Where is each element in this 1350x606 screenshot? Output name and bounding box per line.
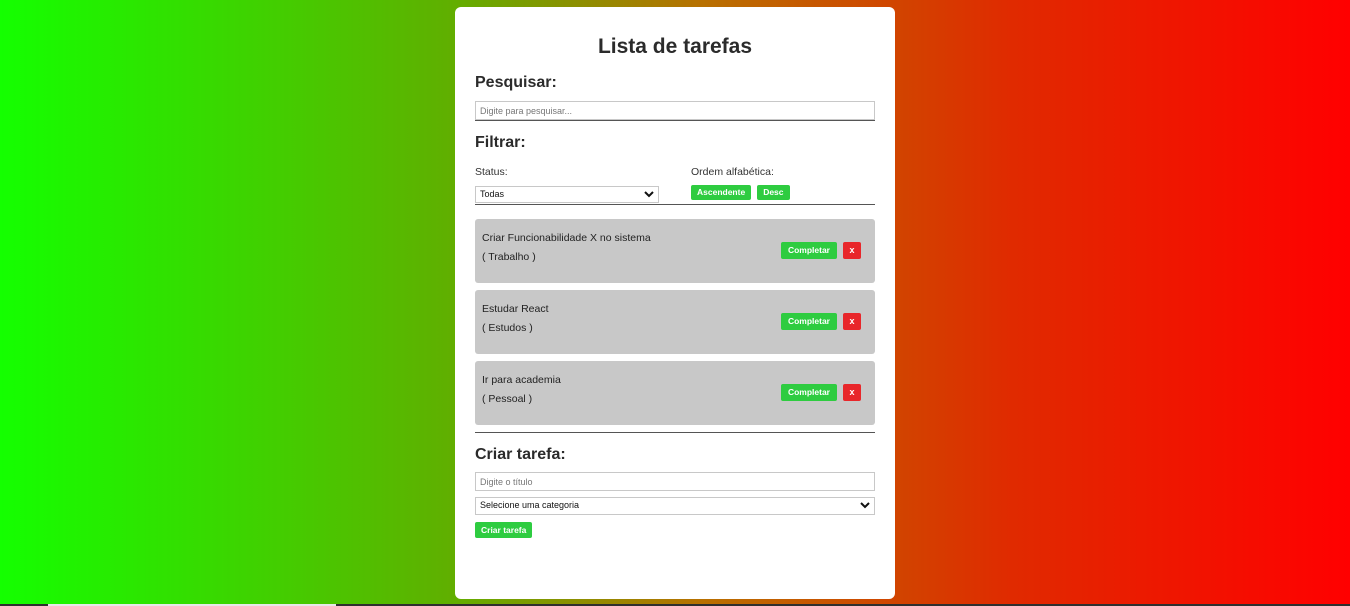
create-heading: Criar tarefa: bbox=[475, 446, 566, 463]
task-category: ( Estudos ) bbox=[482, 322, 533, 334]
task-title: Estudar React bbox=[482, 303, 549, 315]
task-title-input[interactable] bbox=[475, 472, 875, 491]
task-item: Criar Funcionabilidade X no sistema ( Tr… bbox=[475, 219, 875, 283]
filter-heading: Filtrar: bbox=[475, 134, 526, 151]
complete-button[interactable]: Completar bbox=[780, 313, 837, 330]
task-actions: Completar x bbox=[780, 313, 861, 330]
todo-card: Lista de tarefas Pesquisar: Filtrar: Sta… bbox=[455, 7, 895, 599]
category-select[interactable]: Selecione uma categoria bbox=[475, 497, 875, 515]
chevron-down-icon bbox=[644, 191, 654, 198]
task-category: ( Pessoal ) bbox=[482, 393, 533, 405]
delete-button[interactable]: x bbox=[843, 313, 861, 330]
delete-button[interactable]: x bbox=[843, 242, 861, 259]
task-list: Criar Funcionabilidade X no sistema ( Tr… bbox=[475, 219, 875, 425]
order-label: Ordem alfabética: bbox=[691, 166, 774, 178]
create-task-button[interactable]: Criar tarefa bbox=[475, 522, 533, 538]
divider bbox=[475, 120, 875, 121]
divider bbox=[475, 204, 875, 205]
complete-button[interactable]: Completar bbox=[780, 242, 837, 259]
chevron-down-icon bbox=[860, 502, 870, 509]
search-input[interactable] bbox=[475, 101, 875, 120]
category-select-value: Selecione uma categoria bbox=[480, 500, 580, 510]
descending-button[interactable]: Desc bbox=[757, 185, 790, 200]
task-item: Ir para academia ( Pessoal ) Completar x bbox=[475, 361, 875, 425]
order-filter: Ordem alfabética: Ascendente Desc bbox=[691, 166, 790, 204]
task-title: Ir para academia bbox=[482, 374, 561, 386]
ascending-button[interactable]: Ascendente bbox=[691, 185, 752, 200]
status-filter: Status: Todas bbox=[475, 166, 691, 204]
page-title: Lista de tarefas bbox=[597, 35, 753, 58]
task-actions: Completar x bbox=[780, 384, 861, 401]
status-select-value: Todas bbox=[480, 189, 505, 199]
status-label: Status: bbox=[475, 166, 508, 178]
task-title: Criar Funcionabilidade X no sistema bbox=[482, 232, 651, 244]
complete-button[interactable]: Completar bbox=[780, 384, 837, 401]
delete-button[interactable]: x bbox=[843, 384, 861, 401]
task-actions: Completar x bbox=[780, 242, 861, 259]
order-buttons: Ascendente Desc bbox=[691, 185, 790, 200]
status-select[interactable]: Todas bbox=[475, 186, 659, 203]
task-category: ( Trabalho ) bbox=[482, 251, 536, 263]
filter-row: Status: Todas Ordem alfabética: Ascenden… bbox=[475, 166, 875, 204]
task-item: Estudar React ( Estudos ) Completar x bbox=[475, 290, 875, 354]
divider bbox=[475, 432, 875, 433]
search-heading: Pesquisar: bbox=[475, 74, 557, 91]
